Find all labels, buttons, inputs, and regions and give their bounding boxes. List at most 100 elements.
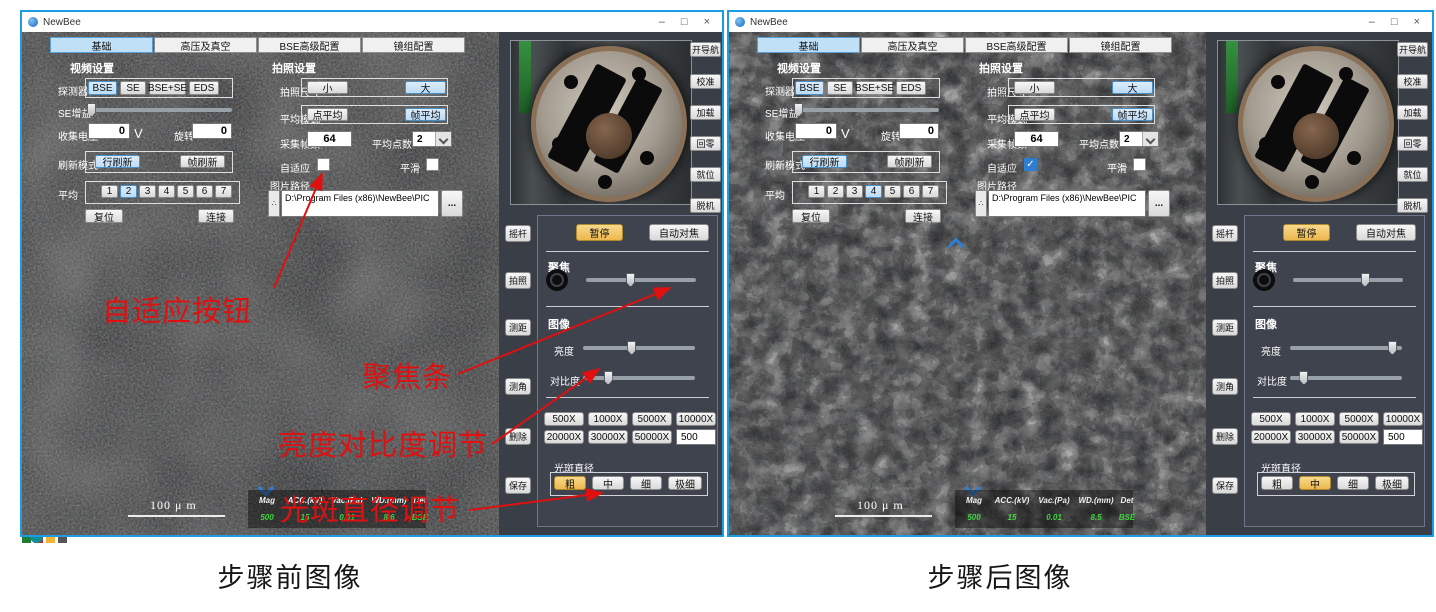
delete-button[interactable]: 删除 <box>505 428 531 445</box>
focus-slider[interactable] <box>1293 278 1403 282</box>
avg-points-combo[interactable]: 2 <box>1119 131 1159 147</box>
connect-button[interactable]: 连接 <box>905 209 941 223</box>
browse-button[interactable]: ... <box>441 190 463 217</box>
detector-bse-button[interactable]: BSE <box>795 81 824 95</box>
smooth-checkbox[interactable] <box>426 158 439 171</box>
average-3-button[interactable]: 3 <box>139 185 156 198</box>
tab-hv-vacuum[interactable]: 高压及真空 <box>861 37 964 53</box>
frames-input[interactable]: 64 <box>1014 131 1059 147</box>
pause-button[interactable]: 暂停 <box>1283 224 1330 241</box>
load-button[interactable]: 加载 <box>1397 105 1428 120</box>
average-6-button[interactable]: 6 <box>903 185 920 198</box>
connect-button[interactable]: 连接 <box>198 209 234 223</box>
brightness-slider-thumb[interactable] <box>627 341 636 355</box>
detector-eds-button[interactable]: EDS <box>896 81 926 95</box>
mag-50000x-button[interactable]: 50000X <box>1339 430 1379 444</box>
mag-500x-button[interactable]: 500X <box>1251 412 1291 426</box>
avg-point-button[interactable]: 点平均 <box>307 108 348 121</box>
minimize-icon[interactable]: – <box>1369 16 1375 28</box>
pause-button[interactable]: 暂停 <box>576 224 623 241</box>
average-1-button[interactable]: 1 <box>808 185 825 198</box>
mag-20000x-button[interactable]: 20000X <box>544 430 584 444</box>
detector-se-button[interactable]: SE <box>827 81 853 95</box>
contrast-slider-thumb[interactable] <box>604 371 613 385</box>
path-input[interactable]: D:\Program Files (x86)\NewBee\PIC <box>281 190 439 217</box>
calibrate-button[interactable]: 校准 <box>690 74 721 89</box>
size-small-button[interactable]: 小 <box>307 81 348 94</box>
focus-slider[interactable] <box>586 278 696 282</box>
autofocus-button[interactable]: 自动对焦 <box>649 224 709 241</box>
mag-10000x-button[interactable]: 10000X <box>676 412 716 426</box>
spot-medium-button[interactable]: 中 <box>1299 476 1331 490</box>
detector-eds-button[interactable]: EDS <box>189 81 219 95</box>
joystick-button[interactable]: 摇杆 <box>505 225 531 242</box>
avg-frame-button[interactable]: 帧平均 <box>1112 108 1153 121</box>
detector-bse-se-button[interactable]: BSE+SE <box>149 81 186 95</box>
smooth-checkbox[interactable] <box>1133 158 1146 171</box>
tab-basic[interactable]: 基础 <box>50 37 153 53</box>
offline-button[interactable]: 脱机 <box>690 198 721 213</box>
save-button[interactable]: 保存 <box>1212 477 1238 494</box>
detector-bse-button[interactable]: BSE <box>88 81 117 95</box>
tab-bse-advanced[interactable]: BSE高级配置 <box>258 37 361 53</box>
mag-1000x-button[interactable]: 1000X <box>588 412 628 426</box>
mag-input[interactable]: 500 <box>1383 429 1423 445</box>
average-6-button[interactable]: 6 <box>196 185 213 198</box>
rotation-input[interactable]: 0 <box>192 123 232 139</box>
contrast-slider[interactable] <box>1290 376 1402 380</box>
load-button[interactable]: 加载 <box>690 105 721 120</box>
size-large-button[interactable]: 大 <box>1112 81 1153 94</box>
avg-point-button[interactable]: 点平均 <box>1014 108 1055 121</box>
offline-button[interactable]: 脱机 <box>1397 198 1428 213</box>
spot-fine-button[interactable]: 细 <box>1337 476 1369 490</box>
refresh-line-button[interactable]: 行刷新 <box>95 155 140 168</box>
reset-button[interactable]: 复位 <box>85 209 123 223</box>
in-position-button[interactable]: 就位 <box>1397 167 1428 182</box>
mag-10000x-button[interactable]: 10000X <box>1383 412 1423 426</box>
contrast-slider-thumb[interactable] <box>1299 371 1308 385</box>
se-gain-slider[interactable] <box>88 108 232 112</box>
snapshot-button[interactable]: 拍照 <box>1212 272 1238 289</box>
spot-coarse-button[interactable]: 粗 <box>554 476 586 490</box>
brightness-slider[interactable] <box>1290 346 1402 350</box>
avg-frame-button[interactable]: 帧平均 <box>405 108 446 121</box>
average-4-button[interactable]: 4 <box>865 185 882 198</box>
mag-500x-button[interactable]: 500X <box>544 412 584 426</box>
focus-slider-thumb[interactable] <box>626 273 635 287</box>
average-7-button[interactable]: 7 <box>215 185 232 198</box>
tab-bse-advanced[interactable]: BSE高级配置 <box>965 37 1068 53</box>
average-2-button[interactable]: 2 <box>120 185 137 198</box>
calibrate-button[interactable]: 校准 <box>1397 74 1428 89</box>
average-7-button[interactable]: 7 <box>922 185 939 198</box>
refresh-frame-button[interactable]: 帧刷新 <box>887 155 932 168</box>
mag-30000x-button[interactable]: 30000X <box>1295 430 1335 444</box>
mag-5000x-button[interactable]: 5000X <box>1339 412 1379 426</box>
mag-20000x-button[interactable]: 20000X <box>1251 430 1291 444</box>
mag-1000x-button[interactable]: 1000X <box>1295 412 1335 426</box>
tab-hv-vacuum[interactable]: 高压及真空 <box>154 37 257 53</box>
average-3-button[interactable]: 3 <box>846 185 863 198</box>
spot-extrafine-button[interactable]: 极细 <box>1375 476 1409 490</box>
detector-se-button[interactable]: SE <box>120 81 146 95</box>
joystick-button[interactable]: 摇杆 <box>1212 225 1238 242</box>
minimize-icon[interactable]: – <box>659 16 665 28</box>
average-5-button[interactable]: 5 <box>884 185 901 198</box>
nav-open-button[interactable]: 开导航 <box>1397 42 1428 57</box>
path-input[interactable]: D:\Program Files (x86)\NewBee\PIC <box>988 190 1146 217</box>
maximize-icon[interactable]: □ <box>681 16 688 28</box>
se-gain-slider[interactable] <box>795 108 939 112</box>
dropdown-icon[interactable] <box>435 132 451 146</box>
measure-angle-button[interactable]: 测角 <box>505 378 531 395</box>
save-button[interactable]: 保存 <box>505 477 531 494</box>
measure-angle-button[interactable]: 测角 <box>1212 378 1238 395</box>
zero-button[interactable]: 回零 <box>1397 136 1428 151</box>
tab-lens-config[interactable]: 镜组配置 <box>1069 37 1172 53</box>
rotation-input[interactable]: 0 <box>899 123 939 139</box>
average-4-button[interactable]: 4 <box>158 185 175 198</box>
size-large-button[interactable]: 大 <box>405 81 446 94</box>
in-position-button[interactable]: 就位 <box>690 167 721 182</box>
spot-coarse-button[interactable]: 粗 <box>1261 476 1293 490</box>
average-1-button[interactable]: 1 <box>101 185 118 198</box>
maximize-icon[interactable]: □ <box>1391 16 1398 28</box>
delete-button[interactable]: 删除 <box>1212 428 1238 445</box>
